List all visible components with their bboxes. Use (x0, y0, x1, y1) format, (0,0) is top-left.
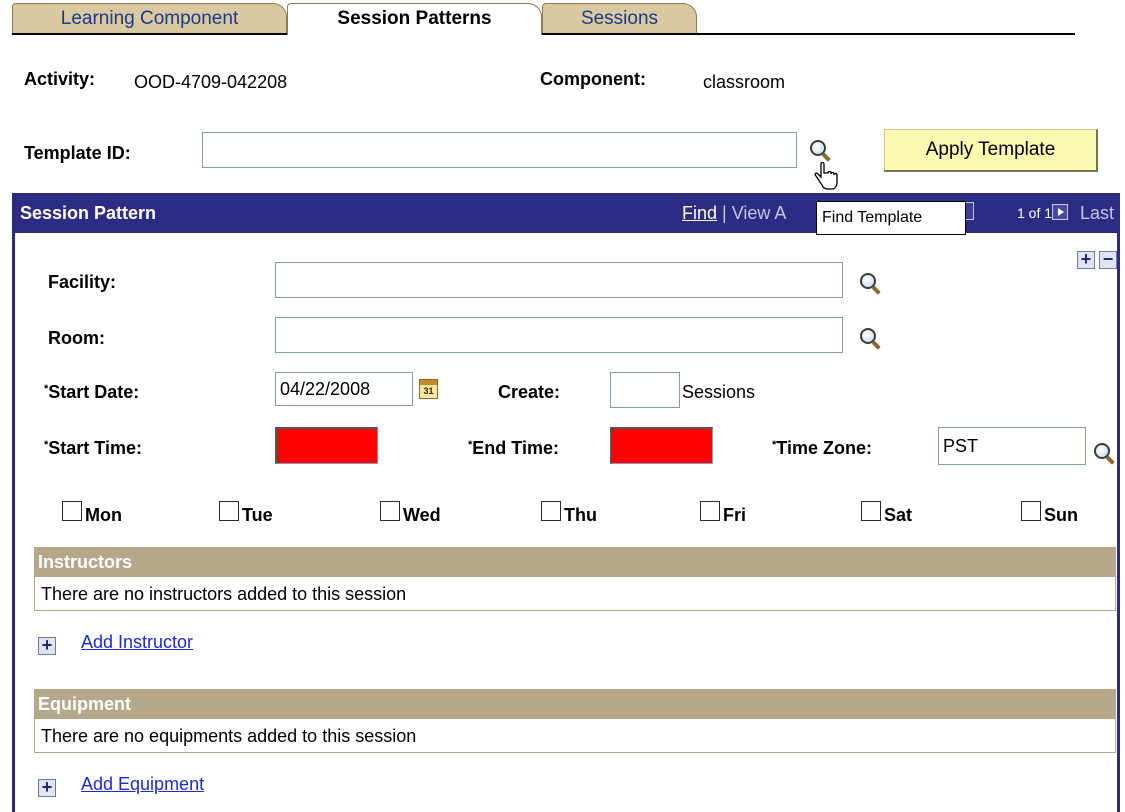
apply-template-button[interactable]: Apply Template (884, 129, 1098, 172)
row-counter: 1 of 1 (1017, 205, 1053, 221)
activity-label: Activity: (24, 69, 96, 89)
tab-divider (12, 33, 1075, 35)
create-input[interactable] (610, 372, 680, 408)
start-time-label: *Start Time: (44, 438, 142, 458)
start-time-input[interactable] (275, 427, 378, 464)
time-zone-label: *Time Zone: (772, 438, 872, 458)
checkbox-fri[interactable] (700, 501, 720, 521)
room-lookup-icon[interactable] (858, 326, 882, 350)
calendar-icon[interactable]: 31 (419, 379, 438, 399)
next-arrow-icon[interactable] (1052, 204, 1068, 220)
day-sun-label: Sun (1044, 505, 1078, 525)
tab-session-patterns[interactable]: Session Patterns (287, 3, 542, 35)
checkbox-sat[interactable] (861, 501, 881, 521)
checkbox-tue[interactable] (219, 501, 239, 521)
view-all-link[interactable]: View A (732, 203, 787, 223)
facility-label: Facility: (48, 272, 117, 292)
equipment-header: Equipment (34, 689, 1116, 719)
tab-learning-component[interactable]: Learning Component (12, 3, 287, 33)
day-tue-label: Tue (242, 505, 273, 525)
room-label: Room: (48, 328, 105, 348)
nav-separator: | (722, 203, 727, 223)
find-template-tooltip: Find Template (816, 201, 966, 235)
instructors-header: Instructors (34, 547, 1116, 577)
last-link[interactable]: Last (1080, 193, 1114, 233)
component-label: Component: (540, 69, 646, 89)
time-zone-input[interactable] (938, 427, 1086, 465)
checkbox-mon[interactable] (62, 501, 82, 521)
template-id-input[interactable] (202, 132, 797, 168)
template-id-label: Template ID: (24, 143, 131, 163)
start-date-input[interactable] (275, 372, 413, 406)
hand-cursor-icon (814, 162, 838, 190)
add-instructor-icon[interactable]: + (38, 636, 56, 655)
day-wed-label: Wed (403, 505, 441, 525)
panel-nav: Find | View A (682, 193, 786, 233)
checkbox-thu[interactable] (541, 501, 561, 521)
add-row-icon[interactable]: + (1077, 250, 1095, 269)
add-equipment-icon[interactable]: + (38, 778, 56, 797)
time-zone-lookup-icon[interactable] (1092, 441, 1116, 465)
instructors-empty-text: There are no instructors added to this s… (34, 577, 1116, 611)
add-instructor-link[interactable]: Add Instructor (81, 632, 193, 653)
find-link[interactable]: Find (682, 203, 717, 223)
day-sat-label: Sat (884, 505, 913, 525)
activity-value: OOD-4709-042208 (134, 72, 288, 92)
session-pattern-title: Session Pattern (20, 203, 157, 223)
facility-lookup-icon[interactable] (858, 271, 882, 295)
room-input[interactable] (275, 317, 843, 353)
magnifier-icon[interactable] (808, 138, 832, 162)
facility-input[interactable] (275, 262, 843, 298)
sessions-label: Sessions (682, 382, 756, 402)
equipment-empty-text: There are no equipments added to this se… (34, 719, 1116, 753)
create-label: Create: (498, 382, 561, 402)
tab-sessions[interactable]: Sessions (542, 3, 697, 33)
checkbox-sun[interactable] (1021, 501, 1041, 521)
day-mon-label: Mon (85, 505, 122, 525)
day-fri-label: Fri (723, 505, 747, 525)
end-time-label: *End Time: (468, 438, 559, 458)
checkbox-wed[interactable] (380, 501, 400, 521)
end-time-input[interactable] (610, 427, 713, 464)
add-equipment-link[interactable]: Add Equipment (81, 774, 204, 795)
start-date-label: *Start Date: (44, 382, 140, 402)
remove-row-icon[interactable]: − (1099, 250, 1117, 269)
day-thu-label: Thu (564, 505, 597, 525)
component-value: classroom (703, 72, 786, 92)
